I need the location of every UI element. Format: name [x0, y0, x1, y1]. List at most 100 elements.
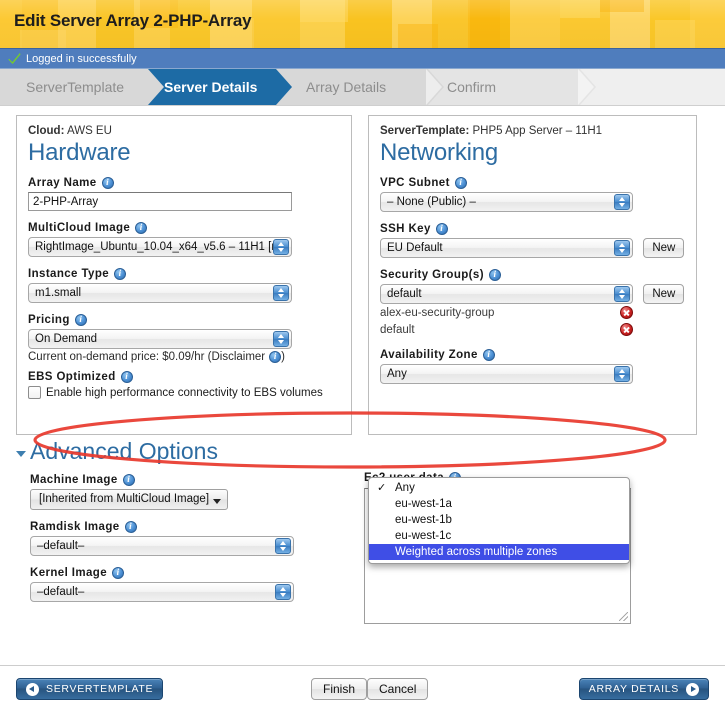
- instance-type-select[interactable]: m1.small: [28, 283, 292, 303]
- ebs-label: EBS Optimized: [28, 371, 116, 383]
- vpc-subnet-label-row: VPC Subnet: [380, 177, 696, 189]
- new-security-group-button[interactable]: New: [643, 284, 685, 304]
- pricing-select[interactable]: On Demand: [28, 329, 292, 349]
- kernel-image-value: –default–: [37, 586, 85, 598]
- security-group-row: alex-eu-security-group: [380, 304, 633, 321]
- hardware-heading: Hardware: [28, 139, 131, 166]
- new-ssh-key-button[interactable]: New: [643, 238, 685, 258]
- security-group-name: default: [380, 323, 415, 336]
- info-icon[interactable]: [488, 269, 501, 281]
- kernel-image-field: Kernel Image –default–: [30, 567, 356, 602]
- ebs-label-row: EBS Optimized: [28, 371, 351, 383]
- instance-type-value: m1.small: [35, 287, 82, 299]
- flash-message-bar: Logged in successfully: [0, 48, 725, 69]
- multicloud-image-select[interactable]: RightImage_Ubuntu_10.04_x64_v5.6 – 11H1 …: [28, 237, 292, 257]
- chevron-updown-icon: [273, 285, 289, 301]
- chevron-updown-icon: [614, 286, 630, 302]
- check-icon: [8, 52, 21, 65]
- availability-zone-select[interactable]: Any: [380, 364, 633, 384]
- app-header: Edit Server Array 2-PHP-Array: [0, 0, 725, 48]
- info-icon[interactable]: [74, 314, 87, 326]
- chevron-3-edge: [426, 69, 442, 105]
- arrow-right-icon: [686, 682, 699, 696]
- kernel-image-select[interactable]: –default–: [30, 582, 294, 602]
- info-icon[interactable]: [454, 177, 467, 189]
- dropdown-option-weighted[interactable]: Weighted across multiple zones: [369, 544, 629, 560]
- back-button-label: SERVERTEMPLATE: [46, 683, 154, 695]
- multicloud-image-value: RightImage_Ubuntu_10.04_x64_v5.6 – 11H1 …: [35, 241, 288, 253]
- vpc-subnet-select[interactable]: – None (Public) –: [380, 192, 633, 212]
- info-icon[interactable]: [112, 567, 125, 579]
- multicloud-image-label-row: MultiCloud Image: [28, 222, 351, 234]
- info-icon[interactable]: [101, 177, 114, 189]
- delete-icon[interactable]: [620, 323, 633, 336]
- step-label: Array Details: [306, 79, 387, 95]
- pricing-label: Pricing: [28, 314, 70, 326]
- ramdisk-image-field: Ramdisk Image –default–: [30, 521, 356, 556]
- next-array-details-button[interactable]: ARRAY DETAILS: [578, 678, 709, 700]
- ebs-checkbox[interactable]: [28, 386, 41, 399]
- kernel-image-label-row: Kernel Image: [30, 567, 356, 579]
- servertemplate-label-row: ServerTemplate: PHP5 App Server – 11H1: [380, 125, 696, 137]
- availability-zone-dropdown-menu[interactable]: Any eu-west-1a eu-west-1b eu-west-1c Wei…: [368, 477, 630, 564]
- machine-image-field: Machine Image [Inherited from MultiCloud…: [30, 474, 356, 510]
- info-icon[interactable]: [482, 349, 495, 361]
- ssh-key-value: EU Default: [387, 242, 443, 254]
- ssh-key-select[interactable]: EU Default: [380, 238, 633, 258]
- chevron-4-edge: [578, 69, 594, 105]
- vpc-subnet-field: VPC Subnet – None (Public) –: [380, 177, 696, 212]
- wizard-breadcrumb: ServerTemplate Server Details Array Deta…: [0, 69, 725, 106]
- hardware-panel: Cloud: AWS EU Hardware Array Name 2-PHP-…: [16, 115, 352, 435]
- cancel-button[interactable]: Cancel: [367, 678, 429, 700]
- array-name-label: Array Name: [28, 177, 97, 189]
- back-servertemplate-button[interactable]: SERVERTEMPLATE: [16, 678, 164, 700]
- info-icon[interactable]: [122, 474, 135, 486]
- pricing-value: On Demand: [35, 333, 98, 345]
- info-icon[interactable]: [135, 222, 148, 234]
- vpc-subnet-value: – None (Public) –: [387, 196, 476, 208]
- instance-type-label-row: Instance Type: [28, 268, 351, 280]
- info-icon[interactable]: [120, 371, 133, 383]
- networking-heading: Networking: [380, 139, 499, 166]
- chevron-updown-icon: [614, 240, 630, 256]
- ssh-key-field: SSH Key EU Default New: [380, 223, 696, 258]
- dropdown-option-eu-west-1a[interactable]: eu-west-1a: [369, 496, 629, 512]
- info-icon[interactable]: [114, 268, 127, 280]
- dropdown-option-eu-west-1c[interactable]: eu-west-1c: [369, 528, 629, 544]
- pricing-label-row: Pricing: [28, 314, 351, 326]
- dropdown-option-any[interactable]: Any: [369, 480, 629, 496]
- info-icon[interactable]: [269, 351, 282, 363]
- dropdown-option-eu-west-1b[interactable]: eu-west-1b: [369, 512, 629, 528]
- finish-button[interactable]: Finish: [311, 678, 368, 700]
- resize-grip-icon[interactable]: [619, 612, 628, 621]
- step-label: Server Details: [164, 79, 258, 95]
- multicloud-image-field: MultiCloud Image RightImage_Ubuntu_10.04…: [28, 222, 351, 257]
- triangle-down-icon: [16, 450, 26, 457]
- info-icon[interactable]: [124, 521, 137, 533]
- ramdisk-image-label: Ramdisk Image: [30, 521, 120, 533]
- security-groups-select[interactable]: default: [380, 284, 633, 304]
- security-groups-label-row: Security Group(s): [380, 269, 696, 281]
- machine-image-popup-button[interactable]: [Inherited from MultiCloud Image]: [30, 489, 229, 510]
- chevron-1: [148, 69, 164, 105]
- cloud-value: AWS EU: [66, 125, 112, 137]
- array-name-input[interactable]: 2-PHP-Array: [28, 192, 292, 211]
- ramdisk-image-label-row: Ramdisk Image: [30, 521, 356, 533]
- delete-icon[interactable]: [620, 306, 633, 319]
- ebs-checkbox-row[interactable]: Enable high performance connectivity to …: [28, 386, 351, 399]
- security-group-row: default: [380, 321, 633, 338]
- info-icon[interactable]: [435, 223, 448, 235]
- advanced-options-toggle[interactable]: Advanced Options: [16, 438, 218, 465]
- step-label: ServerTemplate: [26, 79, 125, 95]
- instance-type-label: Instance Type: [28, 268, 110, 280]
- pricing-field: Pricing On Demand Current on-demand pric…: [28, 314, 351, 363]
- security-groups-field: Security Group(s) default New alex-eu-se…: [380, 269, 696, 338]
- step-label: Confirm: [447, 79, 497, 95]
- page-title: Edit Server Array 2-PHP-Array: [14, 11, 252, 30]
- chevron-2: [276, 69, 292, 105]
- availability-zone-field: Availability Zone Any: [380, 349, 696, 384]
- cloud-label-row: Cloud: AWS EU: [28, 125, 351, 137]
- footer-bar: SERVERTEMPLATE Finish Cancel ARRAY DETAI…: [0, 665, 725, 717]
- ramdisk-image-select[interactable]: –default–: [30, 536, 294, 556]
- kernel-image-label: Kernel Image: [30, 567, 108, 579]
